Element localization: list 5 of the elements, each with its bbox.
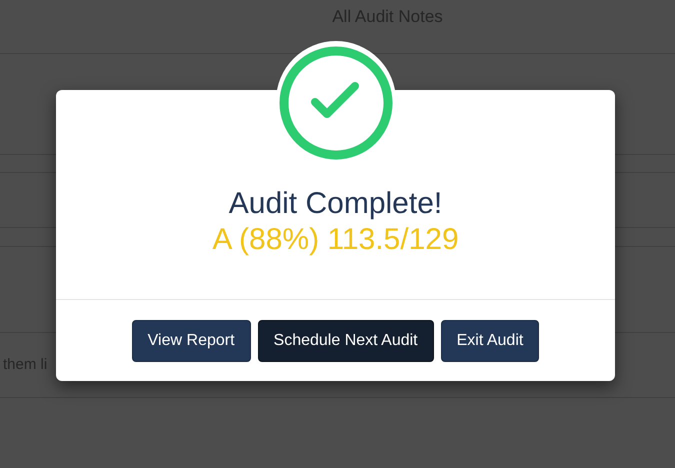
- dialog-button[interactable]: View Report: [132, 320, 251, 362]
- dialog-button[interactable]: Exit Audit: [440, 320, 540, 362]
- dialog-title: Audit Complete!: [228, 186, 442, 222]
- dialog-button[interactable]: Schedule Next Audit: [258, 320, 434, 362]
- score-text: A (88%) 113.5/129: [212, 222, 459, 258]
